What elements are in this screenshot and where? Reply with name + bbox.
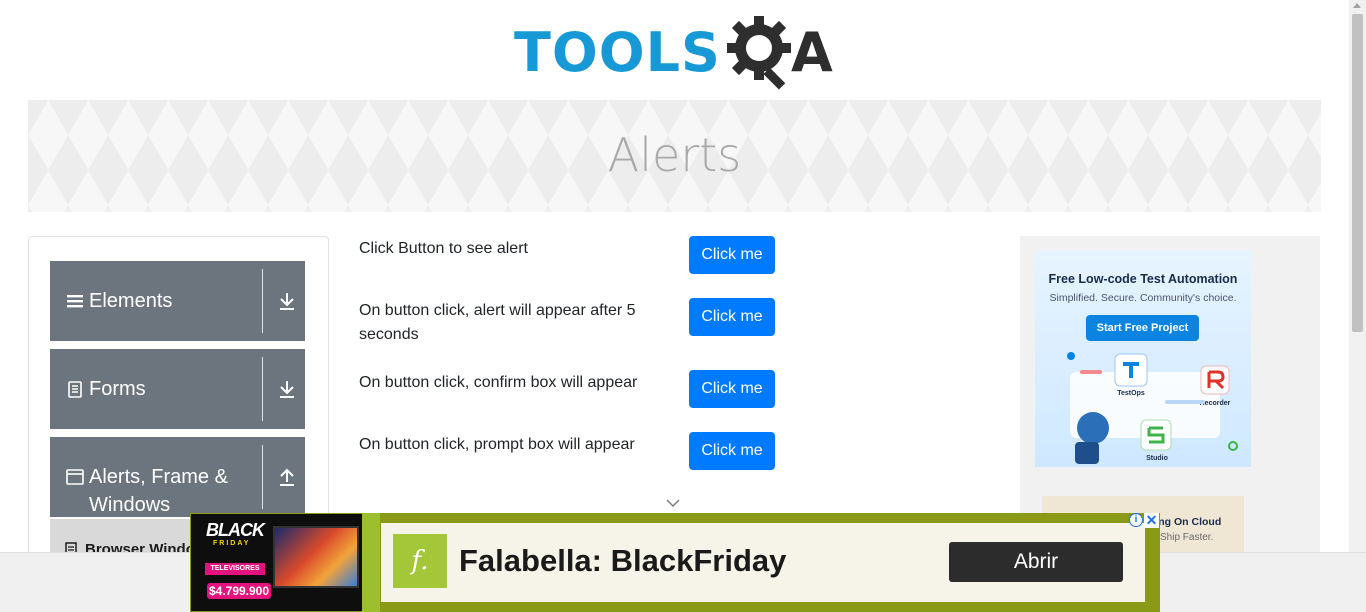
promo-price: $4.799.900: [207, 583, 271, 599]
upload-arrow-icon[interactable]: [278, 467, 296, 487]
alert-row-text: Click Button to see alert: [359, 240, 528, 257]
download-arrow-icon[interactable]: [278, 291, 296, 311]
download-arrow-icon[interactable]: [278, 379, 296, 399]
sidebar-group-label: Alerts, Frame & Windows: [89, 466, 228, 516]
page-banner: Alerts: [28, 100, 1321, 212]
chevron-down-icon[interactable]: [666, 498, 680, 508]
close-icon[interactable]: ✕: [1144, 513, 1159, 528]
ad-card[interactable]: Free Low-code Test Automation Simplified…: [1035, 250, 1251, 467]
promo-category: TELEVISORES: [205, 563, 265, 575]
document-icon: [68, 381, 82, 398]
open-button[interactable]: Abrir: [949, 542, 1123, 582]
sidebar-group-forms[interactable]: Forms: [50, 349, 305, 429]
prompt-row-text: On button click, prompt box will appear: [359, 436, 635, 453]
page-title: Alerts: [607, 128, 742, 182]
divider: [262, 357, 263, 421]
ad-subtitle: Simplified. Secure. Community's choice.: [1049, 292, 1237, 304]
ad-content[interactable]: f. Falabella: BlackFriday Abrir: [381, 523, 1145, 602]
sidebar-group-label: Elements: [89, 290, 173, 312]
gear-magnifier-icon: [726, 16, 791, 90]
promo-accent-strip: [362, 513, 380, 612]
ad-title: Free Low-code Test Automation: [1048, 272, 1238, 286]
page: TOOLS A Alerts Elements Forms Alerts, Fr…: [0, 0, 1366, 612]
alert-button[interactable]: Click me: [689, 236, 775, 274]
sidebar-group-alerts-frame-windows[interactable]: Alerts, Frame & Windows: [50, 437, 305, 517]
confirm-row-text: On button click, confirm box will appear: [359, 374, 638, 391]
tv-screen: [273, 526, 359, 588]
promo-black-text: BLACK: [206, 520, 265, 540]
vertical-scrollbar[interactable]: [1349, 0, 1366, 552]
toolsqa-logo[interactable]: TOOLS A: [514, 14, 838, 92]
tv-promo-image: BLACK FRIDAY TELEVISORES $4.799.900: [191, 514, 375, 611]
window-icon: [66, 469, 84, 485]
divider: [262, 269, 263, 333]
scrollbar-thumb[interactable]: [1352, 14, 1363, 332]
timer-alert-row-text: On button click, alert will appear after…: [359, 302, 636, 343]
prompt-button[interactable]: Click me: [689, 432, 775, 470]
sidebar-group-elements[interactable]: Elements: [50, 261, 305, 341]
ad-headline: Falabella: BlackFriday: [459, 543, 787, 578]
promo-friday-text: FRIDAY: [213, 540, 251, 547]
ad-label-testops: TestOps: [1117, 390, 1145, 397]
logo-text-tools: TOOLS: [514, 21, 721, 84]
sidebar-group-label: Forms: [89, 378, 146, 400]
bottom-advertisement[interactable]: BLACK FRIDAY TELEVISORES $4.799.900 f. F…: [190, 513, 1160, 612]
ad-illustration: TestOps Recorder Studio: [1067, 352, 1238, 464]
hamburger-icon: [67, 295, 83, 308]
divider: [262, 445, 263, 509]
scroll-up-arrow-icon[interactable]: [1353, 3, 1361, 8]
ad-info-icon[interactable]: i: [1129, 513, 1143, 527]
ad-cta-button[interactable]: Start Free Project: [1086, 315, 1199, 341]
secondary-ad-subtitle: Ship Faster.: [1160, 532, 1214, 543]
timer-alert-button[interactable]: Click me: [689, 298, 775, 336]
ad-label-studio: Studio: [1146, 455, 1168, 462]
confirm-button[interactable]: Click me: [689, 370, 775, 408]
falabella-logo: f.: [393, 534, 447, 588]
logo-text-a: A: [790, 21, 833, 84]
